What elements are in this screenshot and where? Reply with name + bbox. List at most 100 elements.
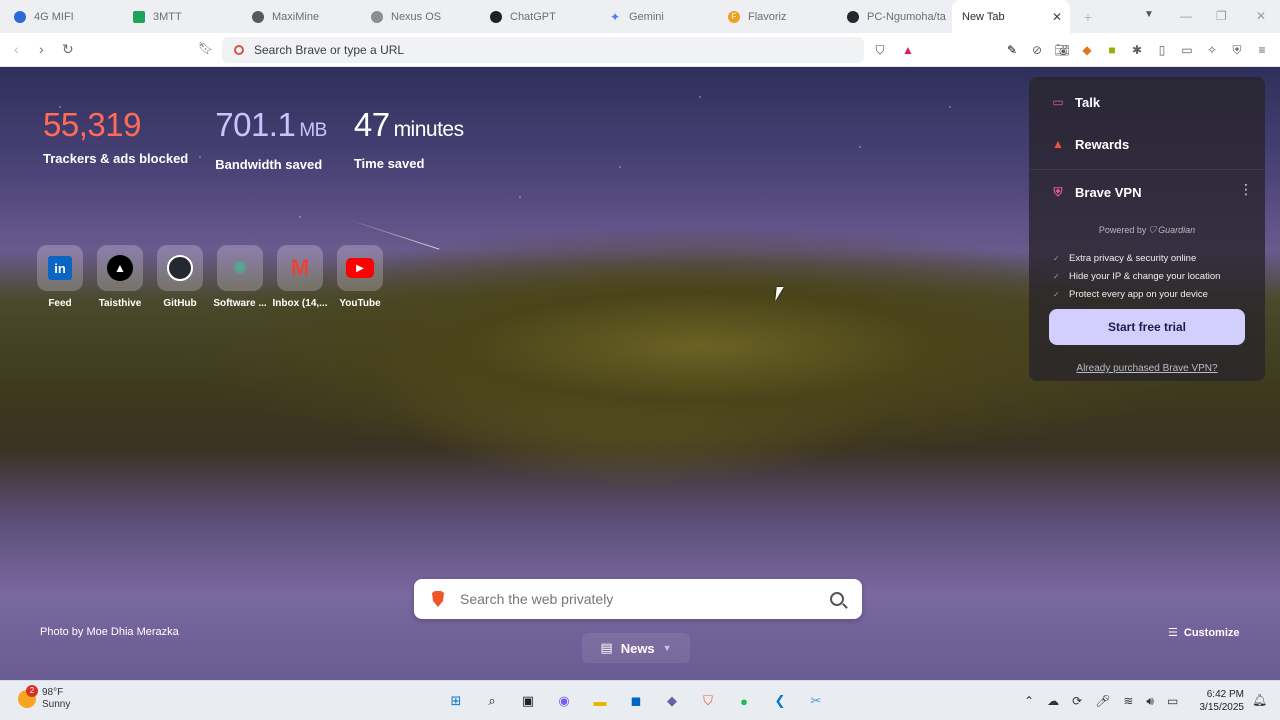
tab-3mtt[interactable]: 3MTT (119, 0, 238, 33)
snipping-tool-icon[interactable]: ✂ (804, 689, 828, 713)
close-icon[interactable]: ✕ (1052, 10, 1062, 24)
news-button[interactable]: ▤ News ▼ (582, 633, 690, 663)
more-vertical-icon[interactable]: ⋮ (1239, 181, 1253, 198)
microphone-icon[interactable]: 🎤︎ (1095, 694, 1110, 709)
tab-4g-mifi[interactable]: 4G MIFI (0, 0, 119, 33)
check-icon: ✓ (1053, 290, 1060, 299)
brave-browser-icon[interactable]: ⛉ (696, 689, 720, 713)
flavoriz-icon: F (728, 10, 740, 23)
top-site-taisthive[interactable]: ▲ Taisthive (90, 245, 150, 309)
search-icon[interactable] (830, 592, 844, 606)
volume-icon[interactable]: 🔊︎ (1146, 694, 1154, 709)
store-icon[interactable]: ◼ (624, 689, 648, 713)
metamask-icon[interactable]: ◆ (1079, 42, 1095, 58)
wallet-icon[interactable]: ▭ (1179, 42, 1195, 58)
feature-text: Hide your IP & change your location (1069, 271, 1221, 282)
file-explorer-icon[interactable]: ▬ (588, 689, 612, 713)
bandwidth-unit: MB (299, 120, 327, 141)
sidebar-icon[interactable]: ▯ (1154, 42, 1170, 58)
address-bar[interactable]: Search Brave or type a URL (222, 37, 864, 63)
vpn-title: Brave VPN (1075, 184, 1142, 200)
top-site-youtube[interactable]: ▶ YouTube (330, 245, 390, 309)
camera-icon[interactable]: 📷︎ (1054, 42, 1070, 58)
copilot-icon[interactable]: ◉ (552, 689, 576, 713)
bookmark-icon[interactable]: 🔖︎ (198, 41, 213, 55)
spotify-icon[interactable]: ● (732, 689, 756, 713)
tab-label: PC-Ngumoha/ta (867, 10, 946, 23)
top-site-label: GitHub (163, 298, 197, 309)
top-site-inbox[interactable]: M Inbox (14,... (270, 245, 330, 309)
extension-badge-icon[interactable]: ■ (1104, 42, 1120, 58)
stat-trackers: 55,319 Trackers & ads blocked (43, 105, 188, 172)
news-label: News (620, 640, 655, 656)
extensions-puzzle-icon[interactable]: ✱ (1129, 42, 1145, 58)
battery-icon[interactable]: ▭ (1167, 694, 1178, 709)
tab-flavoriz[interactable]: F Flavoriz (714, 0, 833, 33)
mouse-cursor-icon (775, 287, 784, 301)
teams-icon[interactable]: ◆ (660, 689, 684, 713)
chevron-down-icon[interactable]: ▼ (1144, 9, 1154, 20)
vpn-shield-icon[interactable]: ⛨ (1229, 42, 1245, 58)
vscode-icon[interactable]: ❮ (768, 689, 792, 713)
tab-label: 4G MIFI (34, 10, 74, 23)
photo-credit[interactable]: Photo by Moe Dhia Merazka (40, 626, 179, 638)
widget-talk[interactable]: ▭ Talk (1049, 93, 1100, 111)
already-purchased-link[interactable]: Already purchased Brave VPN? (1029, 363, 1265, 374)
minimize-icon[interactable]: — (1180, 9, 1192, 23)
brave-shields-icon[interactable]: ⛉ (872, 42, 888, 58)
clock[interactable]: 6:42 PM 3/15/2025 (1192, 688, 1245, 714)
forward-arrow-icon[interactable]: › (39, 41, 44, 57)
window-close-icon[interactable]: ✕ (1256, 9, 1266, 23)
github-icon (847, 10, 859, 23)
weather-widget[interactable]: 2 98°F Sunny (18, 685, 71, 711)
leo-ai-icon[interactable]: ✧ (1204, 42, 1220, 58)
search-icon[interactable]: ⌕ (480, 689, 504, 713)
extension-circle-icon[interactable]: ⊘ (1029, 42, 1045, 58)
search-input[interactable] (460, 591, 830, 607)
tab-new-tab[interactable]: New Tab ✕ (952, 0, 1070, 33)
stat-bandwidth: 701.1 MB Bandwidth saved (215, 105, 327, 172)
new-tab-button[interactable]: + (1076, 9, 1100, 25)
task-view-icon[interactable]: ▣ (516, 689, 540, 713)
notification-bell-icon[interactable]: 🔔︎ (1252, 693, 1267, 707)
windows-start-icon[interactable]: ⊞ (444, 689, 468, 713)
back-arrow-icon[interactable]: ‹ (14, 41, 19, 57)
sync-icon[interactable]: ⟳ (1072, 694, 1082, 709)
widget-rewards[interactable]: ▲ Rewards (1049, 135, 1129, 153)
check-icon: ✓ (1053, 272, 1060, 281)
triangle-logo-icon: ▲ (107, 255, 133, 281)
tab-label: ChatGPT (510, 10, 556, 23)
tab-github-repo[interactable]: PC-Ngumoha/ta (833, 0, 952, 33)
grid-icon (133, 10, 145, 23)
customize-button[interactable]: ☰ Customize (1168, 626, 1240, 640)
rewards-triangle-icon[interactable]: ▲ (900, 42, 916, 58)
top-sites: in Feed ▲ Taisthive GitHub ✺ Software ..… (30, 245, 390, 309)
tab-nexus-os[interactable]: Nexus OS (357, 0, 476, 33)
trackers-count: 55,319 (43, 106, 141, 143)
search-box[interactable] (414, 579, 862, 619)
guardian-label: Guardian (1158, 225, 1196, 235)
top-site-software[interactable]: ✺ Software ... (210, 245, 270, 309)
reload-icon[interactable]: ↻ (62, 41, 74, 58)
weather-condition: Sunny (42, 699, 71, 710)
chevron-up-icon[interactable]: ⌃ (1024, 694, 1034, 709)
top-site-feed[interactable]: in Feed (30, 245, 90, 309)
vpn-shield-icon: ⛨ (1053, 184, 1063, 199)
clock-date: 3/15/2025 (1199, 702, 1245, 713)
tab-gemini[interactable]: ✦ Gemini (595, 0, 714, 33)
tab-chatgpt[interactable]: ChatGPT (476, 0, 595, 33)
address-placeholder: Search Brave or type a URL (254, 43, 405, 57)
time-label: Time saved (353, 156, 425, 171)
restore-icon[interactable]: ❐ (1216, 9, 1227, 23)
start-free-trial-button[interactable]: Start free trial (1049, 309, 1245, 345)
wifi-icon[interactable]: ≋ (1123, 694, 1133, 709)
top-site-github[interactable]: GitHub (150, 245, 210, 309)
onedrive-icon[interactable]: ☁ (1047, 694, 1059, 709)
tab-maximine[interactable]: MaxiMine (238, 0, 357, 33)
pen-extension-icon[interactable]: ✎ (1004, 42, 1020, 58)
time-unit: minutes (393, 118, 465, 141)
nexus-icon (371, 10, 383, 23)
brave-search-icon (234, 45, 244, 55)
menu-icon[interactable]: ≡ (1254, 42, 1270, 58)
top-site-label: Inbox (14,... (272, 298, 328, 309)
